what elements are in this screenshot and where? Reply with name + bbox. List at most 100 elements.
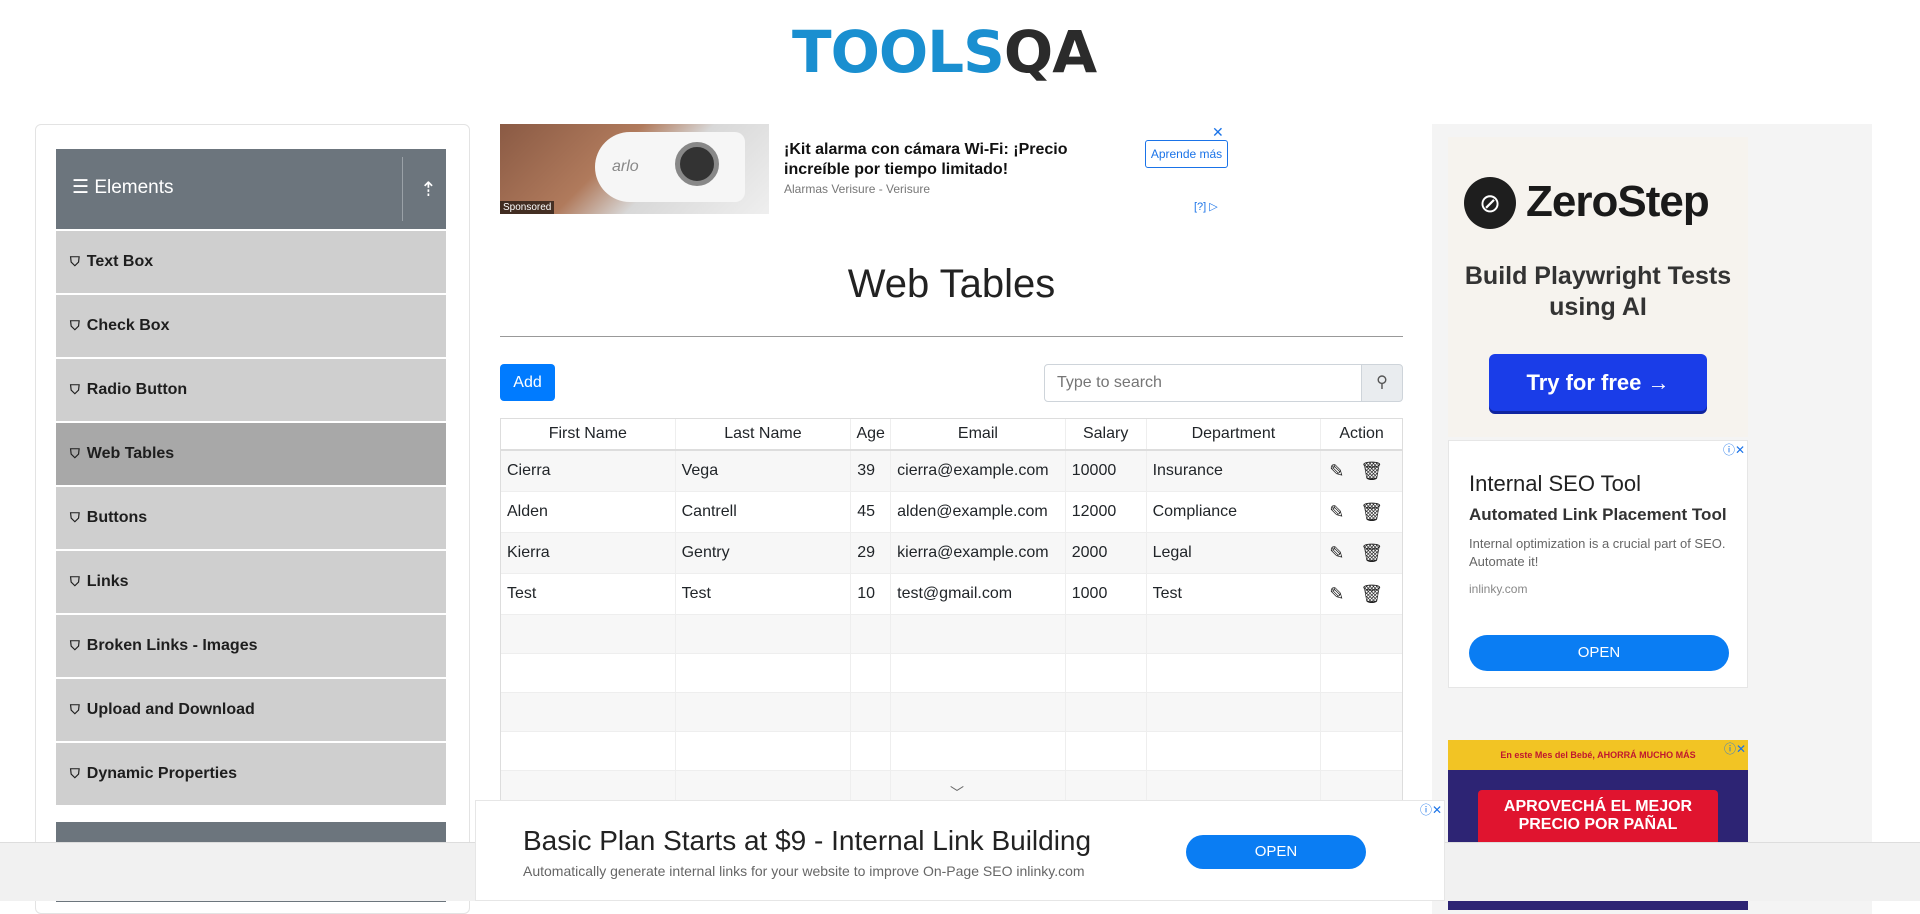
seo-ad[interactable]: ⓘ✕ Internal SEO Tool Automated Link Plac… (1448, 440, 1748, 688)
empty-cell (851, 654, 892, 692)
ad-source: Alarmas Verisure - Verisure (784, 182, 931, 196)
ad-brand: arlo (612, 158, 639, 175)
elements-group-header[interactable]: ☰ Elements ⇡ (56, 149, 446, 229)
empty-row (501, 732, 1402, 771)
column-header[interactable]: Email (891, 419, 1066, 449)
sidebar-item-buttons[interactable]: ⛉ Buttons (56, 487, 446, 549)
empty-cell (1147, 732, 1322, 770)
empty-cell (501, 654, 676, 692)
try-for-free-button[interactable]: Try for free → (1489, 354, 1707, 411)
zerostep-ad[interactable]: ⊘ ZeroStep Build Playwright Tests using … (1448, 137, 1748, 437)
table-cell: Insurance (1147, 451, 1322, 491)
banner-heading: Basic Plan Starts at $9 - Internal Link … (523, 825, 1092, 856)
empty-cell (1321, 654, 1402, 692)
adchoices-icon[interactable]: ⓘ✕ (1724, 740, 1746, 757)
ad-learn-more-button[interactable]: Aprende más (1145, 140, 1228, 168)
column-header[interactable]: First Name (501, 419, 676, 449)
close-icon[interactable]: ✕ (1212, 124, 1224, 141)
empty-cell (1066, 732, 1147, 770)
sidebar-item-upload-and-download[interactable]: ⛉ Upload and Download (56, 679, 446, 741)
sidebar-item-dynamic-properties[interactable]: ⛉ Dynamic Properties (56, 743, 446, 805)
sidebar-item-radio-button[interactable]: ⛉ Radio Button (56, 359, 446, 421)
html-icon: ⛉ (70, 702, 80, 717)
zerostep-tagline: Build Playwright Tests using AI (1464, 262, 1732, 321)
column-header[interactable]: Last Name (676, 419, 852, 449)
empty-cell (1321, 732, 1402, 770)
table-cell: cierra@example.com (891, 451, 1066, 491)
add-button[interactable]: Add (500, 364, 555, 401)
empty-cell (891, 732, 1066, 770)
delete-icon[interactable]: 🗑 (1360, 584, 1383, 605)
html-icon: ⛉ (70, 510, 80, 525)
table-cell: Alden (501, 492, 676, 532)
html-icon: ⛉ (70, 254, 80, 269)
empty-cell (1147, 654, 1322, 692)
delete-icon[interactable]: 🗑 (1360, 461, 1383, 482)
empty-row (501, 654, 1402, 693)
table-cell: 29 (851, 533, 892, 573)
html-icon: ⛉ (70, 638, 80, 653)
table-cell: 10000 (1066, 451, 1147, 491)
empty-cell (891, 654, 1066, 692)
adchoices-icon[interactable]: ⓘ✕ (1420, 801, 1442, 818)
ad-info-icon[interactable]: [?] ▷ (1194, 200, 1218, 213)
html-icon: ⛉ (70, 446, 80, 461)
empty-cell (501, 732, 676, 770)
edit-icon[interactable]: ✎ (1329, 461, 1344, 482)
empty-cell (501, 615, 676, 653)
table-cell: 2000 (1066, 533, 1147, 573)
column-header[interactable]: Age (851, 419, 892, 449)
edit-icon[interactable]: ✎ (1329, 584, 1344, 605)
empty-cell (501, 693, 676, 731)
banner-open-button[interactable]: OPEN (1186, 835, 1366, 869)
toolsqa-logo[interactable]: TOOLSQA (792, 14, 1114, 90)
sidebar-item-broken-links-images[interactable]: ⛉ Broken Links - Images (56, 615, 446, 677)
empty-cell (1321, 693, 1402, 731)
html-icon: ⛉ (70, 382, 80, 397)
edit-icon[interactable]: ✎ (1329, 543, 1344, 564)
promo-main-text: APROVECHÁ EL MEJOR PRECIO POR PAÑAL (1478, 790, 1718, 848)
empty-row (501, 615, 1402, 654)
empty-cell (1321, 615, 1402, 653)
sidebar-item-links[interactable]: ⛉ Links (56, 551, 446, 613)
search-button[interactable]: ⚲ (1361, 364, 1403, 402)
empty-cell (676, 615, 852, 653)
ad-info-label: [?] (1194, 201, 1207, 213)
table-cell: 10 (851, 574, 892, 614)
delete-icon[interactable]: 🗑 (1360, 543, 1383, 564)
delete-icon[interactable]: 🗑 (1360, 502, 1383, 523)
sidebar-item-web-tables[interactable]: ⛉ Web Tables (56, 423, 446, 485)
table-cell: Cantrell (676, 492, 852, 532)
empty-cell (1066, 615, 1147, 653)
sidebar-item-label: Upload and Download (86, 701, 255, 718)
sponsored-ad-top[interactable]: arlo Sponsored ¡Kit alarma con cámara Wi… (500, 124, 1230, 214)
column-header[interactable]: Department (1147, 419, 1322, 449)
header-divider (402, 157, 403, 221)
column-header[interactable]: Action (1321, 419, 1402, 449)
html-icon: ⛉ (70, 766, 80, 781)
empty-cell (1066, 654, 1147, 692)
table-row: Alden Cantrell 45 alden@example.com 12000 Com… (501, 492, 1402, 533)
table-cell: Kierra (501, 533, 676, 573)
table-cell: Cierra (501, 451, 676, 491)
adchoices-icon[interactable]: ⓘ✕ (1723, 441, 1745, 458)
action-cell: ✎ 🗑 (1321, 492, 1402, 532)
sidebar-item-check-box[interactable]: ⛉ Check Box (56, 295, 446, 357)
column-header[interactable]: Salary (1066, 419, 1147, 449)
bottom-banner-ad[interactable]: ⓘ✕ Basic Plan Starts at $9 - Internal Li… (475, 800, 1445, 901)
html-icon: ⛉ (70, 574, 80, 589)
ad-title[interactable]: ¡Kit alarma con cámara Wi-Fi: ¡Precio in… (784, 140, 1134, 180)
sidebar-item-text-box[interactable]: ⛉ Text Box (56, 231, 446, 293)
ad-camera-image[interactable]: arlo Sponsored (500, 124, 769, 214)
edit-icon[interactable]: ✎ (1329, 502, 1344, 523)
action-cell: ✎ 🗑 (1321, 533, 1402, 573)
sidebar-item-label: Dynamic Properties (86, 765, 238, 782)
table-cell: 12000 (1066, 492, 1147, 532)
table-cell: Vega (676, 451, 852, 491)
logo-tools-text: TOOLS (792, 18, 1005, 86)
collapse-up-icon[interactable]: ⇡ (420, 177, 437, 202)
search-input[interactable] (1044, 364, 1362, 402)
seo-open-button[interactable]: OPEN (1469, 635, 1729, 671)
sidebar-item-label: Radio Button (86, 381, 188, 398)
banner-subtext: Automatically generate internal links fo… (523, 863, 1085, 879)
